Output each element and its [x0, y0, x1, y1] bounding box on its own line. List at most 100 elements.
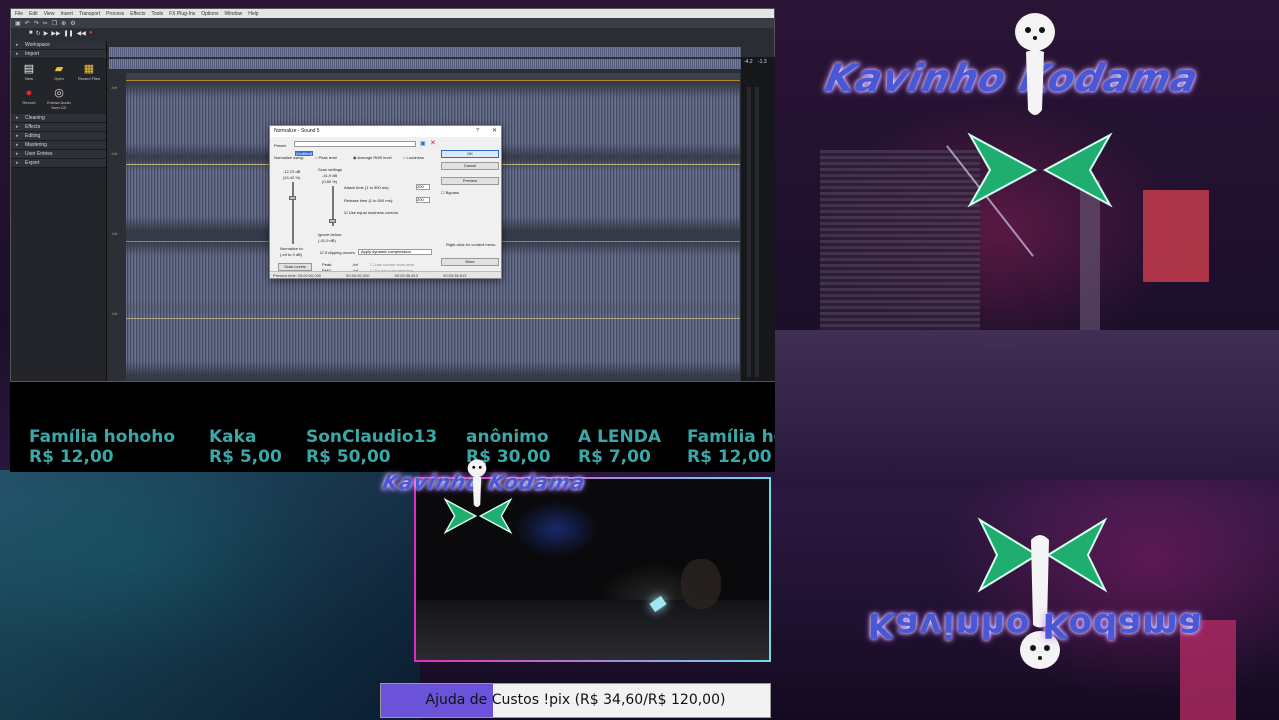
audio-editor-window: File Edit View Insert Transport Process Effect… — [10, 8, 775, 382]
preview-button[interactable]: Preview — [441, 177, 499, 185]
scan-settings-label: Scan settings — [318, 167, 343, 172]
extract-cd-button[interactable]: ◎ Extract Audio from CD — [47, 87, 71, 110]
stop-icon[interactable]: ■ — [29, 30, 33, 36]
kodama-spirit-inverted-icon — [1020, 535, 1060, 669]
menu-item-help[interactable]: Help — [248, 11, 258, 17]
open-file-button[interactable]: ▰ Open — [47, 63, 71, 81]
menu-item-edit[interactable]: Edit — [29, 11, 38, 17]
play-all-icon[interactable]: ▶▶ — [51, 30, 60, 37]
status-length: 00:03:36,813 — [443, 273, 467, 278]
close-icon[interactable]: ✕ — [492, 126, 497, 137]
menu-item-options[interactable]: Options — [201, 11, 218, 17]
time-ruler[interactable] — [126, 73, 740, 81]
normalize-using-label: Normalize using: — [274, 155, 304, 160]
import-tools: ▤ New ▰ Open ▦ Recent Files ● Record ◎ E… — [11, 59, 106, 114]
menu-item-window[interactable]: Window — [224, 11, 242, 17]
bypass-checkbox[interactable]: ☐ Bypass — [441, 190, 459, 195]
donation-item: Família hohoho R$ 12,00 — [687, 427, 775, 467]
mode-loudness-radio[interactable]: ○ Loudness — [403, 155, 424, 160]
status-end: 00:03:36,813 — [394, 273, 418, 278]
clipping-select[interactable]: Apply dynamic compression — [358, 249, 432, 255]
overview-wave-right — [109, 59, 741, 69]
settings-icon[interactable]: ⚙ — [70, 20, 75, 27]
menu-item-effects[interactable]: Effects — [130, 11, 145, 17]
panel-group-export[interactable]: Export — [11, 159, 106, 168]
meter-left-value: -4.2 — [744, 59, 753, 65]
menu-item-tools[interactable]: Tools — [151, 11, 163, 17]
record-small-icon[interactable]: ● — [89, 30, 93, 36]
panel-group-mastering[interactable]: Mastering — [11, 141, 106, 150]
copy-icon[interactable]: ❐ — [52, 20, 57, 27]
panel-group-cleaning[interactable]: Cleaning — [11, 114, 106, 123]
save-preset-icon[interactable]: ▣ — [420, 140, 426, 147]
menu-item-fx-plug-ins[interactable]: FX Plug-Ins — [169, 11, 195, 17]
record-button[interactable]: ● Record — [17, 87, 41, 110]
cancel-button[interactable]: Cancel — [441, 162, 499, 170]
ignore-below-knob[interactable] — [329, 219, 336, 223]
context-hint: Right-click for context menu. — [446, 242, 497, 247]
attack-label: Attack time (1 to 500 ms): — [344, 185, 390, 190]
release-label: Release time (1 to 500 ms): — [344, 198, 394, 203]
goal-text: Ajuda de Custos !pix (R$ 34,60/R$ 120,00… — [425, 692, 726, 708]
menu-item-transport[interactable]: Transport — [79, 11, 100, 17]
level-meter: -4.2 -1.3 — [741, 57, 775, 381]
kodama-spirit-icon — [1015, 13, 1055, 115]
meter-bar-left — [747, 87, 751, 377]
cd-icon: ◎ — [54, 87, 64, 99]
panel-group-user-entries[interactable]: User Entries — [11, 150, 106, 159]
new-file-button[interactable]: ▤ New — [17, 63, 41, 81]
zoom-icon[interactable]: ⊕ — [61, 20, 66, 27]
ignore-below-label: Ignore below: — [318, 232, 343, 237]
use-current-scan-checkbox[interactable]: ☐ Use current scan level — [370, 262, 414, 267]
undo-icon[interactable]: ↶ — [25, 20, 30, 27]
mode-loudness-label: Loudness — [406, 155, 424, 160]
donation-item: Família hohoho R$ 12,00 — [29, 427, 175, 467]
mode-peak-radio[interactable]: ○ Peak level — [315, 155, 337, 160]
help-button[interactable]: ? — [476, 126, 479, 137]
scale-mark: -Inf — [111, 85, 117, 90]
panel-group-effects[interactable]: Effects — [11, 123, 106, 132]
panel-group-editing[interactable]: Editing — [11, 132, 106, 141]
menu-item-insert[interactable]: Insert — [60, 11, 73, 17]
menu-item-process[interactable]: Process — [106, 11, 124, 17]
equal-loudness-checkbox[interactable]: ☑ Use equal loudness contour — [344, 210, 398, 215]
play-icon[interactable]: ▶ — [44, 30, 49, 37]
rewind-icon[interactable]: ◀◀ — [77, 30, 86, 37]
loop-icon[interactable]: ↻ — [36, 30, 41, 37]
donation-amount: R$ 5,00 — [209, 447, 282, 467]
donor-name: Família hohoho — [29, 427, 176, 447]
mode-peak-label: Peak level — [318, 155, 337, 160]
menu-item-view[interactable]: View — [44, 11, 55, 17]
status-start: 00:00:00,000 — [346, 273, 370, 278]
more-button[interactable]: More — [441, 258, 499, 266]
workspace-panel: Workspace Import ▤ New ▰ Open ▦ Recent F… — [11, 41, 107, 381]
cut-icon[interactable]: ✂ — [43, 20, 48, 27]
recent-files-button[interactable]: ▦ Recent Files — [77, 63, 101, 81]
save-icon[interactable]: ▣ — [15, 20, 21, 27]
donation-item: A LENDA R$ 7,00 — [578, 427, 661, 467]
panel-section-workspace[interactable]: Workspace — [11, 41, 106, 50]
donation-amount: R$ 12,00 — [687, 447, 772, 467]
preset-select[interactable]: (Untitled) — [294, 141, 416, 156]
normalize-level-knob[interactable] — [289, 196, 296, 200]
preset-label: Preset: — [274, 143, 287, 148]
delete-preset-icon[interactable]: ✕ — [430, 139, 436, 147]
attack-input[interactable]: 200 — [416, 184, 430, 190]
ok-button[interactable]: OK — [441, 150, 499, 158]
donation-amount: R$ 12,00 — [29, 447, 114, 467]
scale-mark: -Inf — [111, 231, 117, 236]
pause-icon[interactable]: ❚❚ — [64, 30, 74, 37]
menu-item-file[interactable]: File — [15, 11, 23, 17]
tool-label: Open — [54, 76, 64, 81]
normalize-level-slider[interactable] — [292, 182, 294, 244]
scan-levels-button[interactable]: Scan Levels — [278, 263, 312, 271]
redo-icon[interactable]: ↷ — [34, 20, 39, 27]
webcam-desk — [416, 600, 769, 660]
release-input[interactable]: 200 — [416, 197, 430, 203]
donation-item: Kaka R$ 5,00 — [209, 427, 282, 467]
wet-street — [775, 330, 1279, 480]
waveform-overview[interactable] — [109, 43, 741, 73]
chevron-emblem-icon — [967, 132, 1113, 208]
mode-rms-radio[interactable]: ◉ Average RMS level — [353, 155, 392, 160]
panel-section-import[interactable]: Import — [11, 50, 106, 59]
